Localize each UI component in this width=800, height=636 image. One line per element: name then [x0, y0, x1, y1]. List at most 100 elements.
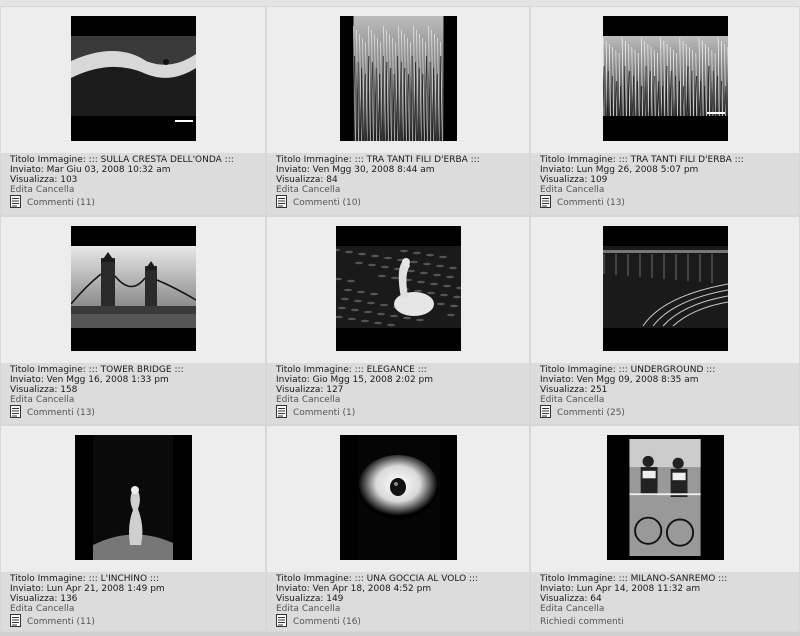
delete-link[interactable]: Cancella: [566, 604, 605, 614]
thumbnail-area: [267, 217, 529, 359]
photo-info: Titolo Immagine: ::: TOWER BRIDGE ::: Inv…: [1, 363, 265, 424]
comments-link[interactable]: Commenti (25): [540, 405, 799, 421]
posted-date: Inviato: Gio Mgg 15, 2008 2:02 pm: [276, 375, 434, 385]
delete-link[interactable]: Cancella: [302, 395, 341, 405]
photo-title: Titolo Immagine: ::: TRA TANTI FILI D'ER…: [276, 155, 480, 165]
comments-link[interactable]: Commenti (16): [276, 614, 529, 630]
document-icon: [540, 195, 557, 211]
gallery-cell: Titolo Immagine: ::: TRA TANTI FILI D'ER…: [530, 6, 800, 216]
gallery-cell: Titolo Immagine: ::: TOWER BRIDGE ::: Inv…: [0, 216, 266, 425]
edit-link[interactable]: Edita: [540, 395, 563, 405]
posted-date: Inviato: Ven Apr 18, 2008 4:52 pm: [276, 584, 432, 594]
photo-info: Titolo Immagine: ::: TRA TANTI FILI D'ER…: [267, 153, 529, 215]
document-icon: [276, 614, 293, 630]
photo-thumbnail[interactable]: [603, 226, 728, 351]
document-icon: [276, 195, 293, 211]
photo-thumbnail[interactable]: [340, 435, 457, 560]
document-icon: [10, 614, 27, 630]
delete-link[interactable]: Cancella: [36, 395, 75, 405]
document-icon: [276, 405, 293, 421]
posted-date: Inviato: Lun Apr 14, 2008 11:32 am: [540, 584, 701, 594]
document-icon: [540, 405, 557, 421]
gallery-cell: Titolo Immagine: ::: TRA TANTI FILI D'ER…: [266, 6, 530, 216]
edit-link[interactable]: Edita: [10, 395, 33, 405]
document-icon: [10, 405, 27, 421]
photo-actions: Edita Cancella: [10, 604, 265, 614]
photo-info: Titolo Immagine: ::: L'INCHINO ::: Inviat…: [1, 572, 265, 631]
photo-title: Titolo Immagine: ::: UNDERGROUND :::: [540, 365, 716, 375]
comments-link[interactable]: Commenti (13): [10, 405, 265, 421]
next-row-edge: [0, 632, 800, 636]
photo-info: Titolo Immagine: ::: MILANO-SANREMO ::: I…: [531, 572, 799, 631]
edit-link[interactable]: Edita: [10, 185, 33, 195]
delete-link[interactable]: Cancella: [566, 395, 605, 405]
comments-link[interactable]: Commenti (13): [540, 195, 799, 211]
photo-thumbnail[interactable]: [71, 226, 196, 351]
edit-link[interactable]: Edita: [540, 185, 563, 195]
thumbnail-area: [531, 7, 799, 149]
comments-link[interactable]: Commenti (11): [10, 195, 265, 211]
photo-title: Titolo Immagine: ::: MILANO-SANREMO :::: [540, 574, 728, 584]
photo-thumbnail[interactable]: [340, 16, 457, 141]
edit-link[interactable]: Edita: [276, 395, 299, 405]
view-count: Visualizza: 251: [540, 385, 608, 395]
thumbnail-area: [1, 426, 265, 568]
view-count: Visualizza: 127: [276, 385, 344, 395]
delete-link[interactable]: Cancella: [302, 604, 341, 614]
edit-link[interactable]: Edita: [276, 604, 299, 614]
comments-link[interactable]: Commenti (1): [276, 405, 529, 421]
photo-title: Titolo Immagine: ::: UNA GOCCIA AL VOLO …: [276, 574, 479, 584]
posted-date: Inviato: Lun Mgg 26, 2008 5:07 pm: [540, 165, 699, 175]
view-count: Visualizza: 136: [10, 594, 78, 604]
gallery-grid: Titolo Immagine: ::: SULLA CRESTA DELL'O…: [0, 0, 800, 636]
photo-info: Titolo Immagine: ::: SULLA CRESTA DELL'O…: [1, 153, 265, 215]
comments-label: Richiedi commenti: [540, 617, 624, 627]
photo-thumbnail[interactable]: [603, 16, 728, 141]
photo-actions: Edita Cancella: [276, 185, 529, 195]
thumbnail-area: [1, 7, 265, 149]
comments-label: Commenti (11): [27, 617, 95, 627]
view-count: Visualizza: 103: [10, 175, 78, 185]
view-count: Visualizza: 64: [540, 594, 602, 604]
photo-actions: Edita Cancella: [540, 604, 799, 614]
photo-title: Titolo Immagine: ::: TOWER BRIDGE :::: [10, 365, 184, 375]
thumbnail-area: [267, 7, 529, 149]
delete-link[interactable]: Cancella: [566, 185, 605, 195]
comments-label: Commenti (13): [557, 198, 625, 208]
photo-actions: Edita Cancella: [10, 185, 265, 195]
photo-info: Titolo Immagine: ::: UNDERGROUND ::: Invi…: [531, 363, 799, 424]
photo-title: Titolo Immagine: ::: SULLA CRESTA DELL'O…: [10, 155, 234, 165]
comments-link[interactable]: Richiedi commenti: [540, 614, 799, 630]
photo-thumbnail[interactable]: [71, 16, 196, 141]
photo-thumbnail[interactable]: [607, 435, 724, 560]
edit-link[interactable]: Edita: [10, 604, 33, 614]
view-count: Visualizza: 109: [540, 175, 608, 185]
delete-link[interactable]: Cancella: [36, 185, 75, 195]
posted-date: Inviato: Ven Mgg 30, 2008 8:44 am: [276, 165, 435, 175]
edit-link[interactable]: Edita: [540, 604, 563, 614]
photo-thumbnail[interactable]: [75, 435, 192, 560]
comments-link[interactable]: Commenti (10): [276, 195, 529, 211]
photo-title: Titolo Immagine: ::: L'INCHINO :::: [10, 574, 159, 584]
photo-actions: Edita Cancella: [276, 604, 529, 614]
document-icon: [10, 195, 27, 211]
photo-title: Titolo Immagine: ::: TRA TANTI FILI D'ER…: [540, 155, 744, 165]
photo-thumbnail[interactable]: [336, 226, 461, 351]
photo-title: Titolo Immagine: ::: ELEGANCE :::: [276, 365, 427, 375]
thumbnail-area: [1, 217, 265, 359]
gallery-cell: Titolo Immagine: ::: UNDERGROUND ::: Invi…: [530, 216, 800, 425]
photo-actions: Edita Cancella: [276, 395, 529, 405]
gallery-cell: Titolo Immagine: ::: MILANO-SANREMO ::: I…: [530, 425, 800, 632]
gallery-cell: Titolo Immagine: ::: L'INCHINO ::: Inviat…: [0, 425, 266, 632]
posted-date: Inviato: Ven Mgg 16, 2008 1:33 pm: [10, 375, 169, 385]
comments-link[interactable]: Commenti (11): [10, 614, 265, 630]
comments-label: Commenti (1): [293, 408, 356, 418]
photo-actions: Edita Cancella: [540, 185, 799, 195]
view-count: Visualizza: 84: [276, 175, 338, 185]
comments-label: Commenti (16): [293, 617, 361, 627]
thumbnail-area: [267, 426, 529, 568]
edit-link[interactable]: Edita: [276, 185, 299, 195]
delete-link[interactable]: Cancella: [302, 185, 341, 195]
delete-link[interactable]: Cancella: [36, 604, 75, 614]
photo-actions: Edita Cancella: [540, 395, 799, 405]
